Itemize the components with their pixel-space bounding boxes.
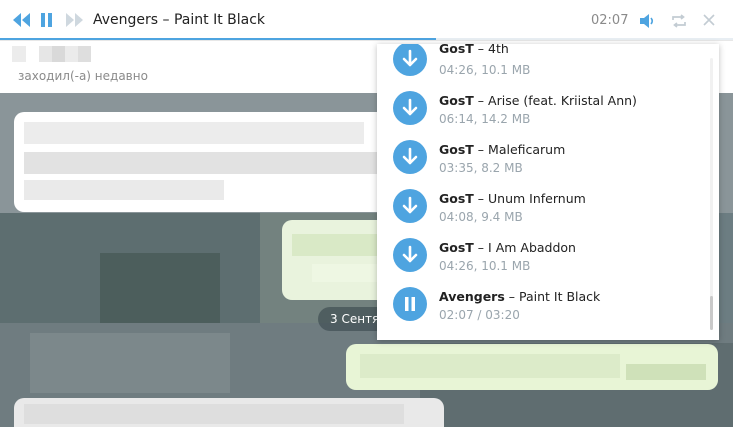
playback-time: 02:07 [591, 13, 629, 28]
download-arrow-icon[interactable] [393, 238, 427, 272]
playlist-item[interactable]: GosT – 4th 04:26, 10.1 MB [377, 44, 707, 93]
message-bubble-incoming[interactable] [14, 112, 394, 212]
track-name: Paint It Black [519, 289, 601, 304]
pause-icon[interactable] [39, 11, 55, 33]
track-meta: 03:35, 8.2 MB [439, 161, 523, 175]
playlist-scrollbar[interactable] [710, 58, 713, 330]
download-arrow-icon[interactable] [393, 189, 427, 223]
blurred-text [24, 180, 224, 200]
track-separator: – [504, 289, 519, 304]
playlist-item[interactable]: GosT – Unum Infernum 04:08, 9.4 MB [377, 189, 707, 238]
playlist-item[interactable]: GosT – Maleficarum 03:35, 8.2 MB [377, 140, 707, 189]
message-bubble-outgoing[interactable] [282, 220, 392, 300]
download-arrow-icon[interactable] [393, 140, 427, 174]
track-meta: 04:08, 9.4 MB [439, 210, 523, 224]
playback-progress-fill [0, 38, 436, 40]
track-meta: 04:26, 10.1 MB [439, 63, 531, 77]
track-artist: GosT [439, 142, 474, 157]
peer-status: заходил(-а) недавно [18, 69, 148, 83]
message-bubble-outgoing[interactable] [346, 344, 718, 390]
message-bubble-incoming[interactable] [14, 398, 444, 427]
track-artist: GosT [439, 44, 474, 56]
pause-icon[interactable] [393, 287, 427, 321]
track-separator: – [473, 142, 489, 157]
blurred-text [360, 354, 620, 378]
track-artist: Avengers [439, 289, 505, 304]
track-separator: – [473, 44, 489, 56]
track-artist: GosT [439, 191, 474, 206]
track-meta: 04:26, 10.1 MB [439, 259, 531, 273]
playlist-panel: GosT – 4th 04:26, 10.1 MB GosT – Arise (… [377, 44, 719, 340]
playlist-scrollbar-thumb[interactable] [710, 296, 713, 330]
peer-avatar-blurred [12, 46, 26, 62]
blurred-text [292, 234, 382, 256]
playback-progress-bar[interactable] [0, 38, 733, 40]
blurred-text [312, 264, 382, 282]
track-separator: – [473, 240, 489, 255]
repeat-icon[interactable] [670, 12, 688, 34]
track-meta: 06:14, 14.2 MB [439, 112, 531, 126]
track-meta: 02:07 / 03:20 [439, 308, 520, 322]
track-name: Unum Infernum [488, 191, 586, 206]
track-name: I Am Abaddon [488, 240, 576, 255]
bg-block [30, 333, 230, 393]
track-artist: GosT [439, 93, 474, 108]
track-name: Maleficarum [488, 142, 566, 157]
date-divider-label: 3 Сентя [330, 312, 380, 326]
blurred-text [24, 152, 384, 174]
track-name: 4th [488, 44, 509, 56]
download-arrow-icon[interactable] [393, 91, 427, 125]
now-playing-title[interactable]: Avengers – Paint It Black [93, 12, 265, 28]
track-separator: – [473, 93, 489, 108]
volume-icon[interactable] [638, 12, 656, 34]
next-track-icon[interactable] [64, 11, 84, 33]
audio-player-bar: Avengers – Paint It Black 02:07 [0, 0, 733, 41]
playlist-item[interactable]: GosT – I Am Abaddon 04:26, 10.1 MB [377, 238, 707, 287]
close-icon[interactable] [701, 12, 717, 32]
blurred-text [24, 122, 364, 144]
track-separator: – [473, 191, 489, 206]
peer-name-blurred[interactable] [39, 46, 91, 62]
download-arrow-icon[interactable] [393, 44, 427, 76]
playlist-item-current[interactable]: Avengers – Paint It Black 02:07 / 03:20 [377, 287, 707, 336]
track-name: Arise (feat. Kriistal Ann) [488, 93, 637, 108]
blurred-text [24, 404, 404, 424]
playlist-item[interactable]: GosT – Arise (feat. Kriistal Ann) 06:14,… [377, 91, 707, 140]
previous-track-icon[interactable] [12, 11, 32, 33]
track-artist: GosT [439, 240, 474, 255]
blurred-text [626, 364, 706, 380]
